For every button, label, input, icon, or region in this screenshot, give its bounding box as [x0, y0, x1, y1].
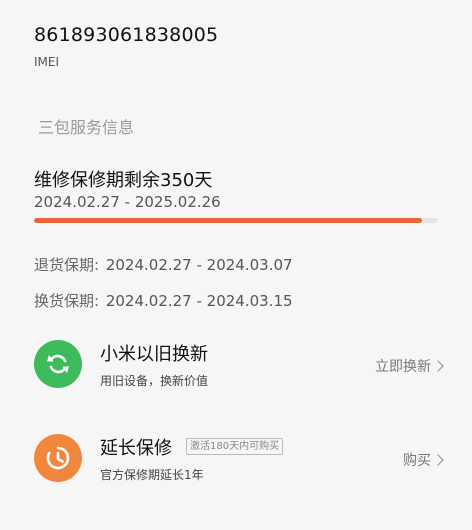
- trade-in-button[interactable]: 立即换新: [375, 356, 444, 376]
- chevron-right-icon: [432, 454, 444, 466]
- warranty-progress-bar: [34, 218, 438, 223]
- extended-warranty-service[interactable]: 延长保修 激活180天内可购买 官方保修期延长1年 购买: [34, 430, 446, 494]
- imei-value: 861893061838005: [34, 24, 219, 46]
- warranty-remaining-title: 维修保修期剩余350天: [34, 170, 213, 191]
- trade-in-description: 用旧设备，换新价值: [100, 374, 209, 388]
- exchange-period-label: 换货保期:: [34, 292, 100, 310]
- extended-warranty-title: 延长保修: [100, 438, 172, 459]
- trade-in-button-label: 立即换新: [375, 359, 431, 375]
- exchange-period-row: 换货保期: 2024.02.27 - 2024.03.15: [34, 290, 293, 311]
- return-period-label: 退货保期:: [34, 256, 100, 274]
- warranty-date-range: 2024.02.27 - 2025.02.26: [34, 193, 221, 211]
- trade-in-service[interactable]: 小米以旧换新 用旧设备，换新价值 立即换新: [34, 336, 446, 400]
- purchase-button[interactable]: 购买: [403, 450, 444, 470]
- chevron-right-icon: [432, 360, 444, 372]
- return-period-value: 2024.02.27 - 2024.03.07: [105, 256, 293, 274]
- trade-in-title: 小米以旧换新: [100, 344, 208, 365]
- warranty-info-page: 861893061838005 IMEI 三包服务信息 维修保修期剩余350天 …: [0, 0, 472, 530]
- return-period-row: 退货保期: 2024.02.27 - 2024.03.07: [34, 254, 293, 275]
- warranty-progress-fill: [34, 218, 422, 223]
- purchase-button-label: 购买: [403, 453, 431, 469]
- section-title: 三包服务信息: [38, 118, 135, 137]
- exchange-period-value: 2024.02.27 - 2024.03.15: [105, 292, 293, 310]
- clock-icon: [34, 434, 82, 482]
- imei-label: IMEI: [34, 55, 60, 69]
- activation-badge: 激活180天内可购买: [186, 438, 284, 455]
- extended-warranty-description: 官方保修期延长1年: [100, 468, 204, 482]
- refresh-icon: [34, 340, 82, 388]
